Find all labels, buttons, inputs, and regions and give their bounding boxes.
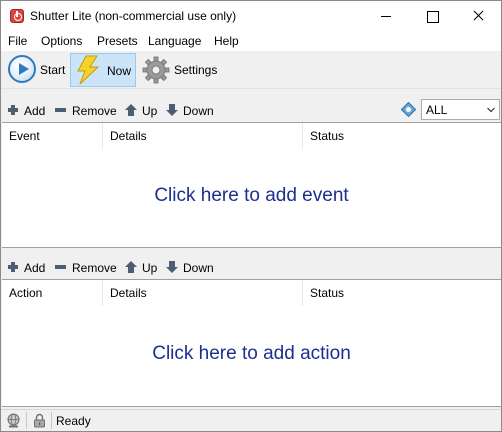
event-filter-value: ALL [426,103,448,117]
menu-file[interactable]: File [8,34,27,48]
actions-remove-label: Remove [72,261,117,275]
column-label-details: Details [110,129,147,143]
start-button[interactable]: Start [5,53,67,87]
menu-options[interactable]: Options [41,34,82,48]
status-separator [51,412,52,429]
plus-icon [7,261,19,273]
column-header-action[interactable]: Action [2,280,103,306]
column-header-details[interactable]: Details [103,123,303,149]
chevron-down-icon [487,107,495,113]
events-add-button[interactable]: Add [7,103,49,119]
column-header-details[interactable]: Details [103,280,303,306]
column-label-event: Event [9,129,40,143]
arrow-down-icon [166,104,178,116]
lock-icon[interactable] [32,413,47,428]
minus-icon [55,261,67,273]
minimize-button[interactable] [363,1,409,31]
events-down-button[interactable]: Down [166,103,216,119]
events-list[interactable]: Event Details Status Click here to add e… [2,122,501,248]
add-event-link[interactable]: Click here to add event [2,185,501,207]
column-header-event[interactable]: Event [2,123,103,149]
events-remove-label: Remove [72,104,117,118]
globe-icon[interactable] [6,413,21,428]
minus-icon [55,104,67,116]
actions-add-label: Add [24,261,46,275]
column-header-status[interactable]: Status [303,280,501,306]
main-toolbar: Start Now Settings [1,51,501,89]
lightning-icon [77,55,100,85]
maximize-button[interactable] [409,1,455,31]
actions-remove-button[interactable]: Remove [55,260,119,276]
app-power-icon [10,9,24,23]
arrow-down-icon [166,261,178,273]
actions-up-button[interactable]: Up [125,260,159,276]
window-title: Shutter Lite (non-commercial use only) [30,9,237,23]
menu-language[interactable]: Language [148,34,201,48]
now-button[interactable]: Now [70,53,136,87]
column-label-details: Details [110,286,147,300]
arrow-up-icon [125,261,137,273]
plus-icon [7,104,19,116]
now-label: Now [107,64,132,78]
menu-bar: File Options Presets Language Help [1,31,501,51]
actions-add-button[interactable]: Add [7,260,49,276]
events-up-button[interactable]: Up [125,103,159,119]
actions-down-label: Down [183,261,214,275]
actions-up-label: Up [142,261,158,275]
title-bar[interactable]: Shutter Lite (non-commercial use only) [1,1,501,31]
add-action-link[interactable]: Click here to add action [2,343,501,365]
events-down-label: Down [183,104,214,118]
status-text: Ready [56,414,91,428]
start-label: Start [40,63,66,77]
actions-toolbar: Add Remove Up Down [1,255,501,279]
play-icon [8,55,36,83]
column-label-status: Status [310,286,345,300]
actions-down-button[interactable]: Down [166,260,216,276]
status-separator [26,412,27,429]
events-toolbar: Add Remove Up Down ALL [1,98,501,122]
close-button[interactable] [455,1,501,31]
actions-list[interactable]: Action Details Status Click here to add … [2,279,501,407]
column-header-status[interactable]: Status [303,123,501,149]
column-label-action: Action [9,286,43,300]
events-list-header: Event Details Status [2,123,501,149]
menu-help[interactable]: Help [214,34,239,48]
settings-button[interactable]: Settings [139,53,219,87]
event-filter-select[interactable]: ALL [421,99,500,120]
filter-icon [401,102,416,117]
app-window: Shutter Lite (non-commercial use only) F… [0,0,502,432]
actions-list-header: Action Details Status [2,280,501,306]
status-bar: Ready [1,409,501,431]
gear-icon [142,56,170,84]
events-up-label: Up [142,104,158,118]
column-label-status: Status [310,129,345,143]
settings-label: Settings [174,63,218,77]
arrow-up-icon [125,104,137,116]
events-remove-button[interactable]: Remove [55,103,119,119]
events-add-label: Add [24,104,46,118]
menu-presets[interactable]: Presets [97,34,138,48]
